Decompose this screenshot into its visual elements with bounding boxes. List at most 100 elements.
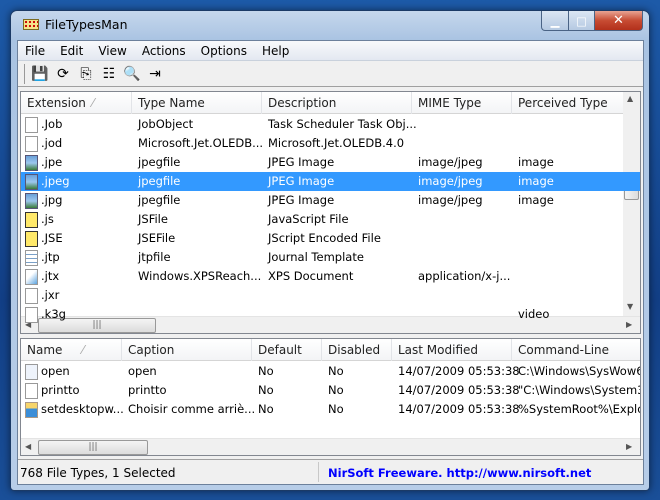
client-area: File Edit View Actions Options Help 💾 ⟳ ⎘ ☷… [17, 40, 644, 485]
properties-button[interactable]: ☷ [100, 65, 118, 83]
cell-last-modified: 14/07/2009 05:53:38 [398, 383, 520, 397]
table-row[interactable]: .Job JobObject Task Scheduler Task Obj... [21, 115, 640, 134]
title-bar: FileTypesMan [23, 17, 128, 32]
cell-type-name: JobObject [138, 117, 194, 131]
column-header-default[interactable]: Default [258, 343, 302, 357]
journal-file-icon [25, 250, 38, 266]
blank-file-icon [25, 383, 38, 399]
column-header-caption[interactable]: Caption [128, 343, 174, 357]
cell-extension: .k3g [41, 307, 66, 321]
scroll-up-arrow[interactable]: ▲ [627, 94, 633, 103]
file-types-header: Extension Type Name Description MIME Type Pe… [21, 92, 640, 114]
exit-button[interactable]: ⇥ [146, 65, 164, 83]
save-button[interactable]: 💾 [31, 65, 49, 83]
column-header-extension[interactable]: Extension [27, 96, 86, 110]
cell-extension: .JSE [41, 231, 63, 245]
copy-button[interactable]: ⎘ [77, 65, 95, 83]
menu-actions[interactable]: Actions [135, 44, 194, 58]
column-header-disabled[interactable]: Disabled [328, 343, 380, 357]
blank-file-icon [25, 117, 38, 133]
cell-mime-type: image/jpeg [418, 174, 483, 188]
menu-options[interactable]: Options [194, 44, 255, 58]
cell-last-modified: 14/07/2009 05:53:38 [398, 364, 520, 378]
table-row[interactable]: .js JSFile JavaScript File [21, 210, 640, 229]
column-divider[interactable] [261, 92, 262, 114]
cell-type-name: Windows.XPSReach... [138, 269, 262, 283]
table-row[interactable]: setdesktopw... Choisir comme arriè... No No… [21, 400, 640, 419]
cell-perceived-type: image [518, 155, 554, 169]
horizontal-scroll-thumb[interactable]: ||| [38, 440, 148, 455]
menu-edit[interactable]: Edit [53, 44, 91, 58]
menu-bar: File Edit View Actions Options Help [18, 41, 643, 61]
table-row[interactable]: .jod Microsoft.Jet.OLEDB... Microsoft.Jet.… [21, 134, 640, 153]
cell-extension: .jxr [41, 288, 60, 302]
column-header-last-modified[interactable]: Last Modified [398, 343, 478, 357]
cell-default: No [258, 364, 274, 378]
table-row[interactable]: open open No No 14/07/2009 05:53:38 C:\Window… [21, 362, 640, 381]
table-row[interactable]: .jtx Windows.XPSReach... XPS Document appli… [21, 267, 640, 286]
column-divider[interactable] [251, 339, 252, 361]
close-button[interactable]: ✕ [594, 11, 643, 31]
table-row[interactable]: .jpg jpegfile JPEG Image image/jpeg image [21, 191, 640, 210]
cell-name: setdesktopw... [41, 402, 124, 416]
scroll-right-arrow[interactable]: ▶ [626, 442, 632, 451]
horizontal-scrollbar[interactable]: ◀ ||| ▶ [21, 438, 640, 455]
cell-mime-type: image/jpeg [418, 193, 483, 207]
file-types-list[interactable]: Extension Type Name Description MIME Type Pe… [20, 91, 641, 334]
table-row[interactable]: .JSE JSEFile JScript Encoded File [21, 229, 640, 248]
cell-extension: .js [41, 212, 54, 226]
cell-mime-type: image/jpeg [418, 155, 483, 169]
column-header-mime-type[interactable]: MIME Type [418, 96, 481, 110]
menu-view[interactable]: View [91, 44, 134, 58]
menu-file[interactable]: File [18, 44, 53, 58]
cell-description: JPEG Image [268, 193, 335, 207]
status-count: 768 File Types, 1 Selected [20, 466, 176, 480]
column-header-perceived-type[interactable]: Perceived Type [518, 96, 608, 110]
cell-name: open [41, 364, 70, 378]
column-divider[interactable] [511, 339, 512, 361]
column-divider[interactable] [391, 339, 392, 361]
copy-icon: ⎘ [80, 65, 92, 82]
cell-perceived-type: image [518, 193, 554, 207]
cell-extension: .Job [41, 117, 63, 131]
image-file-icon [25, 155, 38, 171]
column-header-name[interactable]: Name [27, 343, 62, 357]
cell-type-name: Microsoft.Jet.OLEDB... [138, 136, 264, 150]
script-file-icon [25, 212, 38, 228]
column-divider[interactable] [131, 92, 132, 114]
cell-description: XPS Document [268, 269, 354, 283]
cell-mime-type: application/x-j... [418, 269, 511, 283]
column-header-description[interactable]: Description [268, 96, 336, 110]
column-header-type-name[interactable]: Type Name [138, 96, 205, 110]
scroll-left-arrow[interactable]: ◀ [25, 442, 31, 451]
column-divider[interactable] [321, 339, 322, 361]
save-icon: 💾 [31, 65, 49, 82]
table-row[interactable]: .jxr [21, 286, 640, 305]
refresh-button[interactable]: ⟳ [54, 65, 72, 83]
cell-caption: open [128, 364, 157, 378]
cell-type-name: jpegfile [138, 193, 181, 207]
cell-description: Journal Template [268, 250, 364, 264]
cell-name: printto [41, 383, 80, 397]
cell-default: No [258, 383, 274, 397]
minimize-button[interactable]: ▁ [541, 11, 569, 31]
cell-caption: Choisir comme arriè... [128, 402, 256, 416]
maximize-button[interactable]: □ [568, 11, 595, 31]
column-header-command-line[interactable]: Command-Line [518, 343, 609, 357]
column-divider[interactable] [121, 339, 122, 361]
table-row[interactable]: .k3g video [21, 305, 640, 324]
menu-help[interactable]: Help [255, 44, 297, 58]
column-divider[interactable] [411, 92, 412, 114]
table-row[interactable]: .jpeg jpegfile JPEG Image image/jpeg image [21, 172, 640, 191]
table-row[interactable]: .jpe jpegfile JPEG Image image/jpeg image [21, 153, 640, 172]
sort-indicator-icon: ⁄ [92, 96, 95, 110]
column-divider[interactable] [511, 92, 512, 114]
table-row[interactable]: .jtp jtpfile Journal Template [21, 248, 640, 267]
cell-disabled: No [328, 364, 344, 378]
find-button[interactable]: 🔍 [123, 65, 141, 83]
actions-list[interactable]: Name Caption Default Disabled Last Modified C… [20, 338, 641, 456]
table-row[interactable]: printto printto No No 14/07/2009 05:53:38 "C:… [21, 381, 640, 400]
cell-description: JPEG Image [268, 174, 335, 188]
cell-default: No [258, 402, 274, 416]
nirsoft-link[interactable]: NirSoft Freeware. http://www.nirsoft.net [328, 466, 591, 480]
